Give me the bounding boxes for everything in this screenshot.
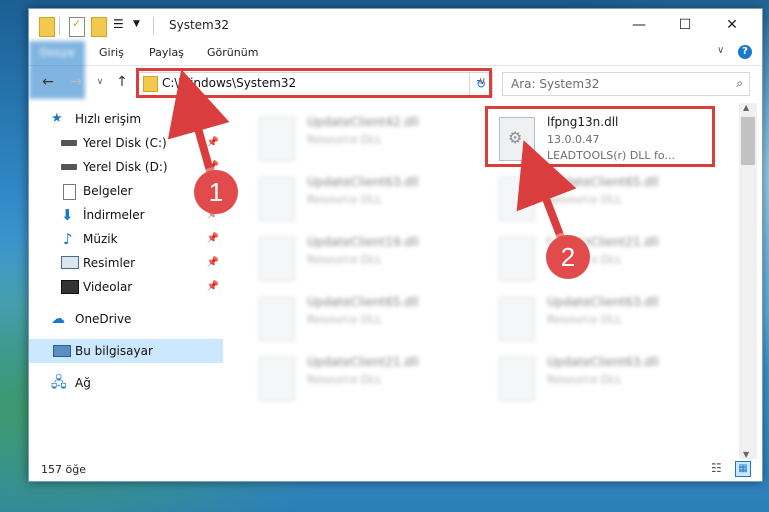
step-badge-1: 1 (194, 170, 238, 214)
step-badge-2: 2 (546, 235, 590, 279)
annotation-arrows (167, 69, 577, 250)
